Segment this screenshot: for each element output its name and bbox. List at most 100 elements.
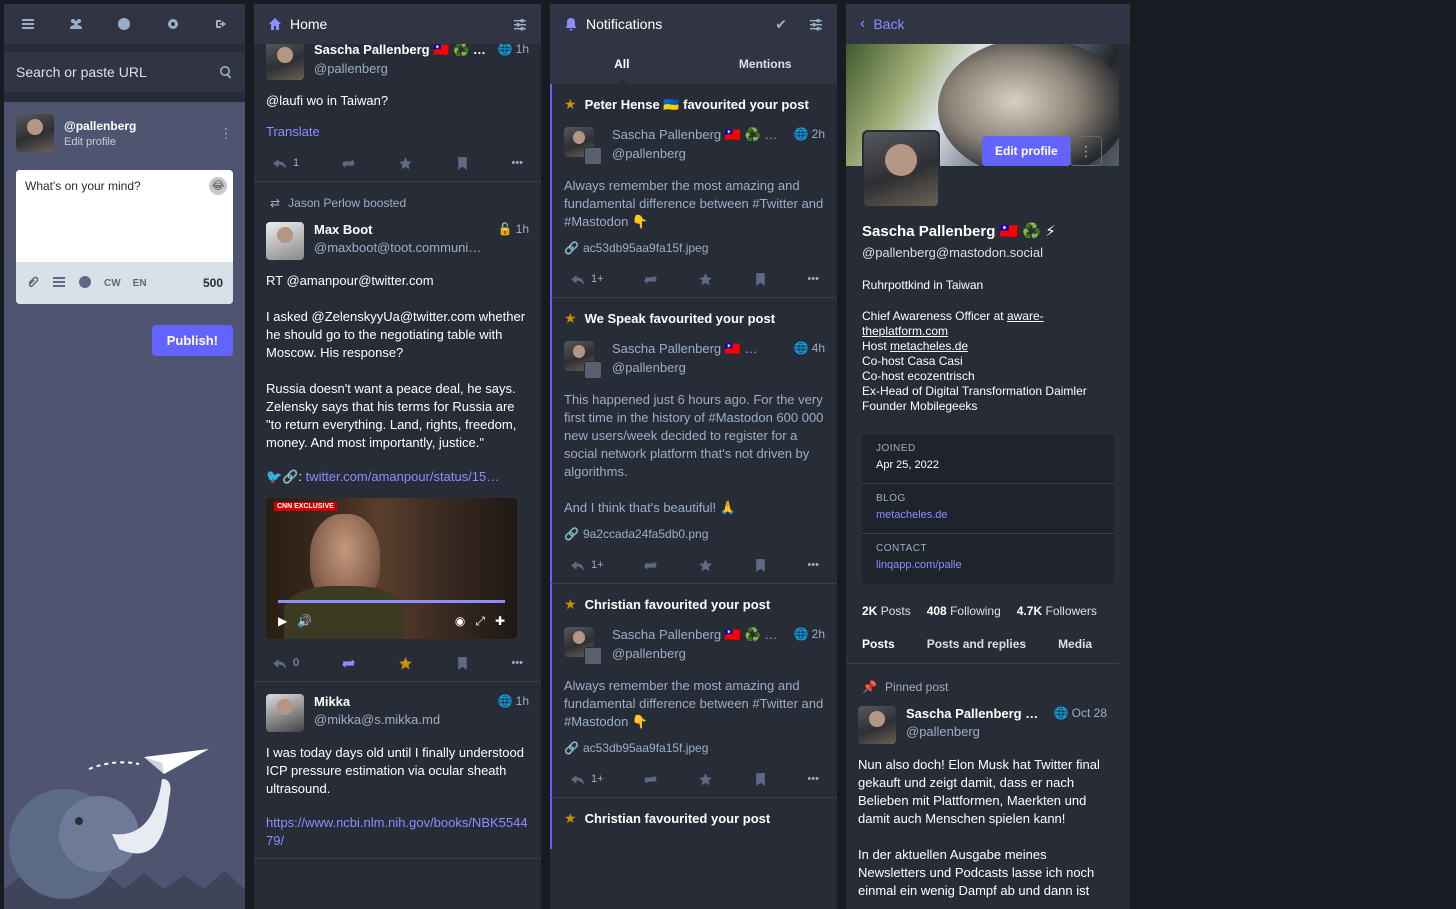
edit-profile-link[interactable]: Edit profile <box>64 136 136 148</box>
favourite-button[interactable] <box>698 558 713 573</box>
profile-avatar[interactable] <box>862 130 940 208</box>
notification-item[interactable]: ★ Christian favourited your post Sascha P… <box>550 584 837 798</box>
notification-item[interactable]: ★ We Speak favourited your post Sascha Pa… <box>550 298 837 584</box>
avatar[interactable] <box>266 694 304 732</box>
post-time[interactable]: 🌐 1h <box>498 44 529 56</box>
bookmark-button[interactable] <box>753 772 768 787</box>
chevron-left-icon[interactable]: ‹ <box>860 15 865 33</box>
people-icon[interactable] <box>69 17 83 31</box>
more-icon[interactable]: ••• <box>807 559 819 571</box>
post-time[interactable]: 🌐 4h <box>794 341 825 355</box>
attachment-link[interactable]: 🔗 9a2ccada24fa5db0.png <box>564 527 825 541</box>
avatar[interactable] <box>266 44 304 80</box>
attach-icon[interactable] <box>26 275 40 292</box>
reply-button[interactable]: 1 <box>272 156 299 171</box>
boost-button[interactable] <box>341 156 356 171</box>
attachment-link[interactable]: 🔗 ac53db95aa9fa15f.jpeg <box>564 741 825 755</box>
post-link[interactable]: twitter.com/amanpour/status/15… <box>306 469 500 484</box>
followers-count[interactable]: 4.7K Followers <box>1017 604 1097 618</box>
blog-link[interactable]: metacheles.de <box>876 509 1100 521</box>
video-progress-bar[interactable] <box>278 600 505 603</box>
column-settings-icon[interactable] <box>809 17 823 31</box>
reply-button[interactable]: 1+ <box>570 272 604 287</box>
status-post[interactable]: Sascha Pallenberg 🇹🇼 ♻️ … @pallenberg 🌐 1… <box>254 44 541 182</box>
display-name[interactable]: Sascha Pallenberg 🇹🇼 … <box>612 341 784 357</box>
account-handle[interactable]: @pallenberg <box>612 646 784 661</box>
profile-scroll[interactable]: Edit profile ⋮ Sascha Pallenberg 🇹🇼 ♻️ ⚡… <box>846 44 1130 909</box>
post-time[interactable]: 🌐 2h <box>794 627 825 641</box>
content-warning-button[interactable]: CW <box>104 278 121 289</box>
status-post[interactable]: Mikka @mikka@s.mikka.md 🌐 1h I was today … <box>254 682 541 859</box>
more-icon[interactable]: ••• <box>511 657 523 669</box>
kebab-menu-icon[interactable]: ⋮ <box>219 125 233 142</box>
bookmark-button[interactable] <box>455 156 470 171</box>
reply-button[interactable]: 0 <box>272 656 299 671</box>
reply-button[interactable]: 1+ <box>570 772 604 787</box>
video-attachment[interactable]: CNN EXCLUSIVE ▶ 🔊 ◉ ⤢ ✚ <box>266 498 517 639</box>
translate-link[interactable]: Translate <box>266 124 320 139</box>
avatar[interactable] <box>266 222 304 260</box>
bookmark-button[interactable] <box>455 656 470 671</box>
display-name[interactable]: Sascha Pallenberg 🇹🇼 ♻️ … <box>612 127 784 143</box>
tab-media[interactable]: Media <box>1042 624 1108 663</box>
kebab-menu-icon[interactable]: ⋮ <box>1070 136 1102 166</box>
expand-icon[interactable]: ✚ <box>495 614 505 629</box>
notifications-list[interactable]: All Mentions ★ Peter Hense 🇺🇦 favourited … <box>550 44 837 909</box>
more-icon[interactable]: ••• <box>807 773 819 785</box>
avatar[interactable] <box>858 706 896 744</box>
post-link[interactable]: https://www.ncbi.nlm.nih.gov/books/NBK55… <box>266 815 528 848</box>
account-handle[interactable]: @pallenberg <box>314 61 488 76</box>
search-icon[interactable] <box>219 65 233 79</box>
following-count[interactable]: 408 Following <box>927 604 1001 618</box>
notification-item[interactable]: ★ Christian favourited your post <box>550 798 837 849</box>
poll-icon[interactable] <box>52 275 66 292</box>
language-button[interactable]: EN <box>133 278 147 289</box>
favourite-button[interactable] <box>398 156 413 171</box>
hide-icon[interactable]: ◉ <box>455 614 465 629</box>
compose-textarea[interactable] <box>16 170 233 260</box>
post-time[interactable]: 🌐 Oct 28 <box>1054 706 1107 720</box>
pinned-post[interactable]: 📌 Pinned post Sascha Pallenberg … @pallen… <box>846 664 1119 900</box>
display-name[interactable]: Sascha Pallenberg 🇹🇼 ♻️ … <box>612 627 784 643</box>
account-handle[interactable]: @pallenberg <box>612 360 784 375</box>
edit-profile-button[interactable]: Edit profile <box>982 136 1071 166</box>
boost-button[interactable] <box>643 772 658 787</box>
contact-link[interactable]: linqapp.com/palle <box>876 559 1100 571</box>
post-time[interactable]: 🌐 1h <box>498 694 529 708</box>
tab-posts-and-replies[interactable]: Posts and replies <box>911 624 1042 663</box>
logout-icon[interactable] <box>214 17 228 31</box>
favourite-button[interactable] <box>698 272 713 287</box>
avatar[interactable] <box>16 114 54 152</box>
reply-button[interactable]: 1+ <box>570 558 604 573</box>
emoji-picker-icon[interactable]: 😂 <box>209 177 227 195</box>
boost-button[interactable] <box>643 272 658 287</box>
globe-icon[interactable] <box>117 17 131 31</box>
tab-posts[interactable]: Posts <box>846 624 911 663</box>
bio-link[interactable]: metacheles.de <box>890 339 968 353</box>
post-time[interactable]: 🔓 1h <box>498 222 529 236</box>
posts-count[interactable]: 2K Posts <box>862 604 911 618</box>
column-settings-icon[interactable] <box>513 17 527 31</box>
notification-item[interactable]: ★ Peter Hense 🇺🇦 favourited your post Sas… <box>550 84 837 298</box>
attachment-link[interactable]: 🔗 ac53db95aa9fa15f.jpeg <box>564 241 825 255</box>
account-handle[interactable]: @pallenberg <box>612 146 784 161</box>
boost-button[interactable] <box>341 656 356 671</box>
publish-button[interactable]: Publish! <box>151 325 233 356</box>
more-icon[interactable]: ••• <box>807 273 819 285</box>
mark-read-check-icon[interactable]: ✔ <box>775 16 787 33</box>
home-timeline[interactable]: Sascha Pallenberg 🇹🇼 ♻️ … @pallenberg 🌐 1… <box>254 44 541 909</box>
post-time[interactable]: 🌐 2h <box>794 127 825 141</box>
profile-handle[interactable]: @pallenberg@mastodon.social <box>862 245 1114 260</box>
column-title[interactable]: Notifications <box>586 16 662 32</box>
display-name[interactable]: Mikka <box>314 694 488 709</box>
menu-icon[interactable] <box>21 17 35 31</box>
account-handle[interactable]: @pallenberg <box>906 724 1044 739</box>
bookmark-button[interactable] <box>753 558 768 573</box>
display-name[interactable]: Sascha Pallenberg 🇹🇼 ♻️ … <box>314 44 488 58</box>
boost-button[interactable] <box>643 558 658 573</box>
column-title[interactable]: Home <box>290 16 327 32</box>
visibility-globe-icon[interactable] <box>78 275 92 292</box>
gear-icon[interactable] <box>166 17 180 31</box>
tab-mentions[interactable]: Mentions <box>694 44 838 84</box>
favourite-button[interactable] <box>698 772 713 787</box>
